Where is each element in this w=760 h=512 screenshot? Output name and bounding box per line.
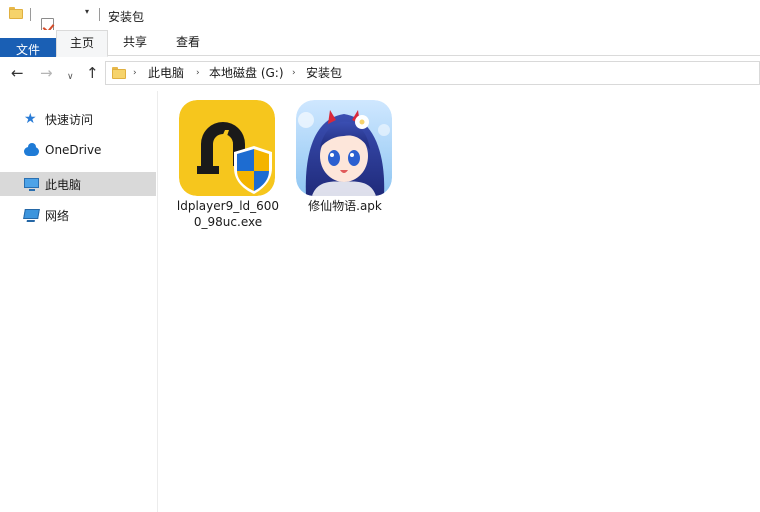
- quick-access-star-icon: ★: [24, 111, 37, 127]
- sidebar-item-label: 网络: [45, 209, 70, 223]
- breadcrumb-current-folder[interactable]: 安装包: [306, 66, 342, 80]
- toolbar-divider: [30, 8, 31, 21]
- onedrive-cloud-icon: [24, 143, 40, 158]
- sidebar-item-label: OneDrive: [45, 143, 102, 157]
- tab-share[interactable]: 共享: [110, 30, 160, 56]
- tab-home[interactable]: 主页: [56, 30, 108, 57]
- breadcrumb-this-pc[interactable]: 此电脑: [148, 66, 184, 80]
- breadcrumb-drive-g[interactable]: 本地磁盘 (G:): [209, 66, 284, 80]
- ribbon-tabs: 文件 主页 共享 查看: [0, 30, 760, 170]
- forward-arrow-icon[interactable]: →: [40, 65, 53, 81]
- back-arrow-icon[interactable]: ←: [11, 65, 24, 81]
- customize-dropdown-icon[interactable]: ▾: [85, 8, 89, 16]
- sidebar-item-this-pc[interactable]: 此电脑: [0, 172, 156, 196]
- breadcrumb-separator[interactable]: ›: [133, 67, 137, 79]
- window-title: 安装包: [108, 10, 145, 24]
- address-folder-icon: [112, 67, 126, 79]
- breadcrumb-separator[interactable]: ›: [292, 67, 296, 79]
- xiuxian-game-icon: [296, 100, 392, 196]
- sidebar-item-onedrive[interactable]: OneDrive: [0, 139, 156, 163]
- toolbar-divider: [99, 8, 100, 21]
- ldplayer-app-icon: [179, 100, 275, 196]
- sidebar-item-network[interactable]: 网络: [0, 203, 156, 227]
- sidebar-item-label: 此电脑: [45, 178, 82, 192]
- tab-view[interactable]: 查看: [162, 30, 214, 56]
- network-icon: [23, 208, 40, 222]
- this-pc-icon: [24, 177, 40, 191]
- sidebar-item-label: 快速访问: [45, 113, 94, 127]
- up-arrow-icon[interactable]: ↑: [86, 65, 99, 81]
- file-list[interactable]: ldplayer9_ld_6000_98uc.exe 修仙物语.apk: [159, 91, 760, 512]
- address-bar[interactable]: › 此电脑 › 本地磁盘 (G:) › 安装包: [105, 61, 760, 85]
- title-bar: ▾ 安装包: [0, 0, 760, 46]
- file-name: ldplayer9_ld_6000_98uc.exe: [176, 199, 280, 229]
- breadcrumb-separator[interactable]: ›: [196, 67, 200, 79]
- file-name: 修仙物语.apk: [308, 199, 382, 213]
- sidebar-item-quick-access[interactable]: ★ 快速访问: [0, 107, 156, 131]
- navigation-pane: ★ 快速访问 OneDrive 此电脑 网络: [0, 91, 158, 512]
- folder-icon[interactable]: [9, 7, 23, 19]
- file-item[interactable]: 修仙物语.apk: [293, 99, 393, 231]
- file-item[interactable]: ldplayer9_ld_6000_98uc.exe: [176, 99, 279, 231]
- navigation-bar: ← → ∨ ↑ › 此电脑 › 本地磁盘 (G:) › 安装包: [0, 57, 760, 91]
- recent-locations-chevron-icon[interactable]: ∨: [67, 69, 74, 85]
